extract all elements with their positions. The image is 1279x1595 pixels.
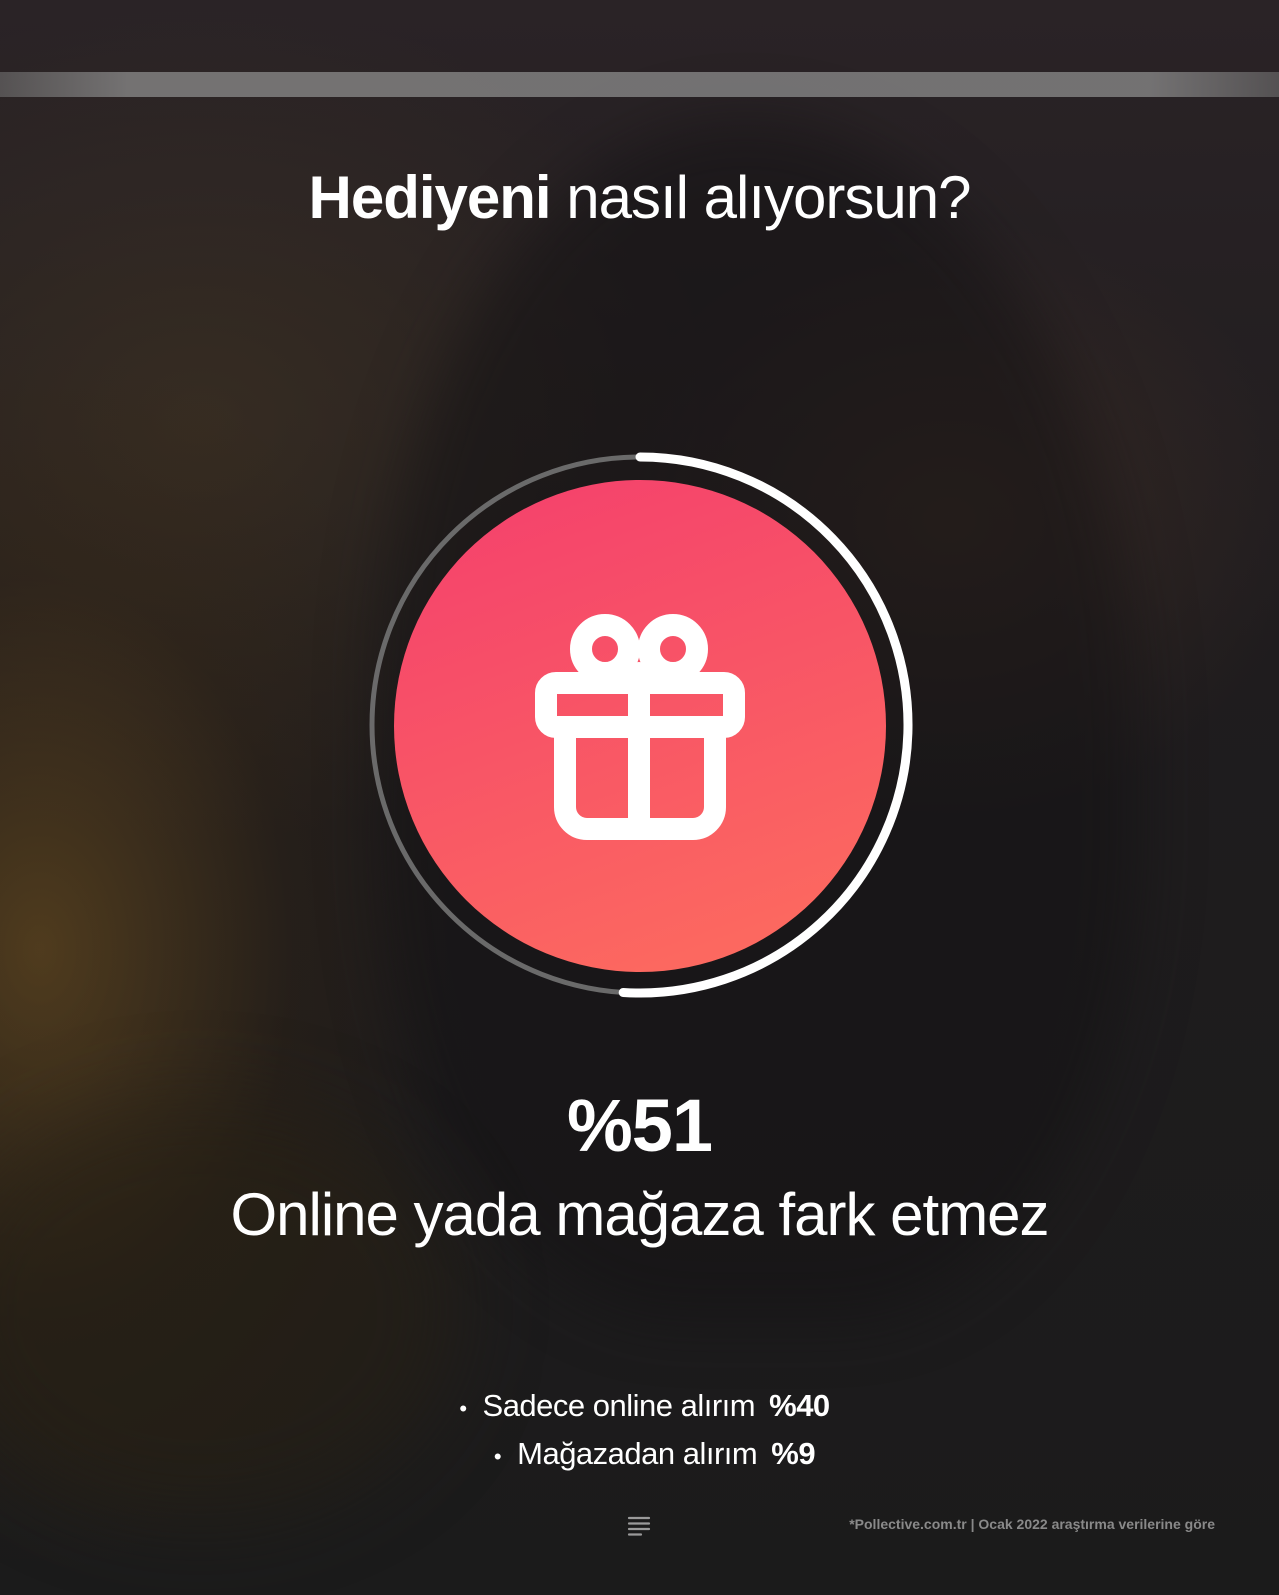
main-answer-label: Online yada mağaza fark etmez — [230, 1181, 1049, 1248]
bullet-dot: • — [459, 1396, 467, 1421]
answer-label: Mağazadan alırım — [517, 1436, 758, 1471]
main-percentage: %51 — [566, 1084, 713, 1167]
list-item: • Mağazadan alırım %9 — [0, 1430, 1279, 1478]
title-light: nasıl alıyorsun? — [566, 164, 971, 231]
gift-badge — [394, 480, 886, 972]
other-answers-list: • Sadece online alırım %40 • Mağazadan alır… — [0, 1382, 1279, 1478]
answer-label: Sadece online alırım — [482, 1388, 756, 1423]
answer-percentage: %40 — [769, 1388, 830, 1423]
title-bold: Hediyeni — [308, 164, 552, 231]
bullet-dot: • — [493, 1444, 502, 1469]
list-item: • Sadece online alırım %40 — [0, 1382, 1279, 1430]
question-title: Hediyeni nasıl alıyorsun? — [0, 162, 1279, 234]
answer-percentage: %9 — [771, 1436, 816, 1471]
menu-lines-icon[interactable] — [627, 1514, 651, 1538]
gift-icon — [535, 614, 745, 840]
story-progress-bar — [0, 72, 1279, 97]
source-note: *Pollective.com.tr | Ocak 2022 araştırma… — [849, 1516, 1215, 1532]
